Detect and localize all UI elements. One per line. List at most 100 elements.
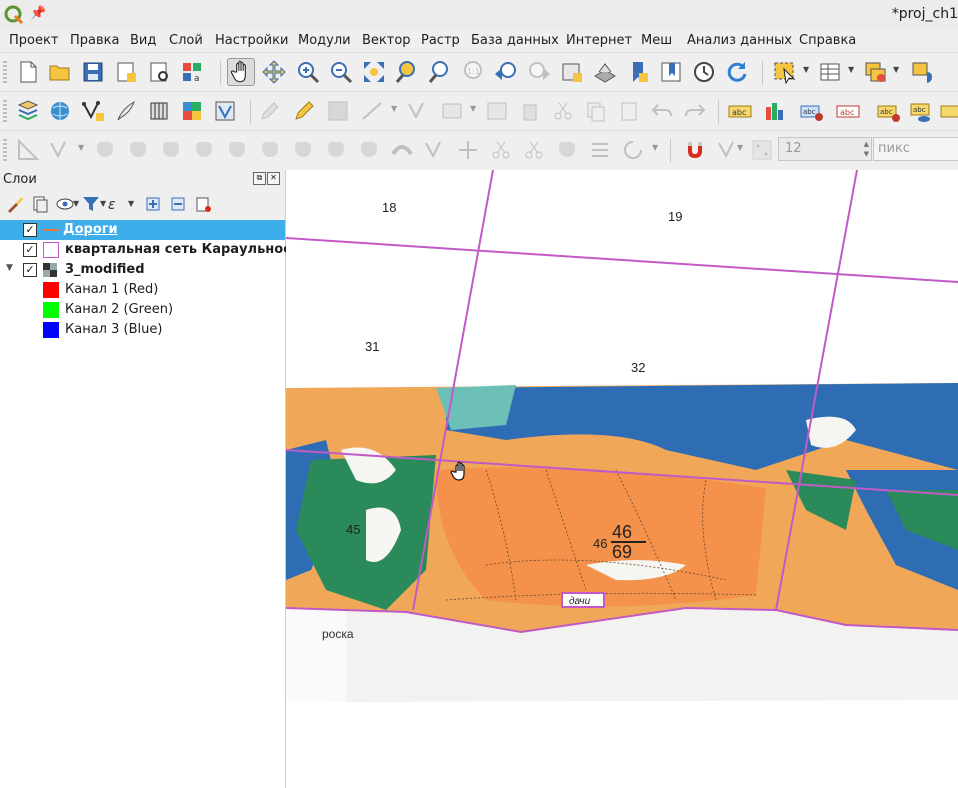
zoom-full-icon[interactable]: [362, 60, 386, 84]
layer-item-quarter-grid[interactable]: ✓ квартальная сеть Караульное: [0, 240, 292, 260]
new-print-layout-icon[interactable]: [114, 60, 138, 84]
chevron-down-icon[interactable]: ▼: [737, 143, 743, 152]
menu-settings[interactable]: Настройки: [215, 33, 288, 48]
band-item-blue[interactable]: Канал 3 (Blue): [0, 320, 285, 340]
trim-extend-icon[interactable]: [357, 138, 381, 162]
menu-processing[interactable]: Анализ данных: [687, 33, 792, 48]
chevron-down-icon[interactable]: ▼: [470, 104, 476, 113]
copy-features-icon[interactable]: [584, 99, 608, 123]
layer-item-raster[interactable]: ▼ ✓ 3_modified: [0, 260, 285, 280]
save-project-icon[interactable]: [81, 60, 105, 84]
new-map-view-icon[interactable]: [560, 60, 584, 84]
band-item-green[interactable]: Канал 2 (Green): [0, 300, 285, 320]
manage-visibility-eye-icon[interactable]: [56, 195, 74, 213]
pin-icon[interactable]: 📌: [30, 6, 46, 21]
menu-vector[interactable]: Вектор: [362, 33, 411, 48]
simplify-icon[interactable]: [390, 138, 414, 162]
layer-visibility-checkbox[interactable]: ✓: [23, 263, 37, 277]
snapping-magnet-icon[interactable]: [683, 138, 707, 162]
zoom-native-resolution-icon[interactable]: 1:1: [461, 60, 485, 84]
open-layer-styling-icon[interactable]: [6, 195, 24, 213]
zoom-last-icon[interactable]: [494, 60, 518, 84]
identify-features-icon[interactable]: [910, 60, 934, 84]
temporal-controller-icon[interactable]: [692, 60, 716, 84]
menu-view[interactable]: Вид: [130, 33, 156, 48]
zoom-in-icon[interactable]: [296, 60, 320, 84]
reshape-features-icon[interactable]: [258, 138, 282, 162]
rotate-point-icon[interactable]: [555, 138, 579, 162]
split-features-icon[interactable]: [423, 138, 447, 162]
chevron-down-icon[interactable]: ▼: [73, 199, 79, 208]
zoom-to-layer-icon[interactable]: [428, 60, 452, 84]
remove-layer-icon[interactable]: [194, 195, 212, 213]
toolbar-grip[interactable]: [3, 139, 7, 161]
save-edits-icon[interactable]: [326, 99, 350, 123]
cut-features-icon[interactable]: [551, 99, 575, 123]
current-edits-icon[interactable]: [258, 99, 282, 123]
diagram-options-icon[interactable]: [762, 99, 786, 123]
filter-legend-icon[interactable]: [82, 195, 100, 213]
preview-labels-icon[interactable]: abc: [910, 99, 934, 123]
spin-arrows-icon[interactable]: ▲ ▼: [864, 139, 869, 159]
zoom-next-icon[interactable]: [527, 60, 551, 84]
add-wms-layer-icon[interactable]: [48, 99, 72, 123]
menu-edit[interactable]: Правка: [70, 33, 119, 48]
fill-ring-icon[interactable]: [159, 138, 183, 162]
map-canvas[interactable]: 18 19 31 32 45 46 46 69 дачи роска: [286, 170, 958, 788]
layer-item-roads[interactable]: ✓ Дороги: [0, 220, 285, 240]
paste-features-icon[interactable]: [617, 99, 641, 123]
toggle-editing-pencil-icon[interactable]: [292, 99, 316, 123]
snapping-units-select[interactable]: пикс: [873, 137, 958, 161]
snapping-tolerance-input[interactable]: 12 ▲ ▼: [778, 137, 872, 161]
rotate-feature-icon[interactable]: [621, 138, 645, 162]
chevron-down-icon[interactable]: ▼: [100, 199, 106, 208]
add-line-feature-icon[interactable]: [360, 99, 384, 123]
attribute-table-icon[interactable]: [818, 60, 842, 84]
split-parts-icon[interactable]: [456, 138, 480, 162]
pan-to-selection-icon[interactable]: [262, 60, 286, 84]
style-manager-icon[interactable]: a: [180, 60, 204, 84]
menu-raster[interactable]: Растр: [421, 33, 460, 48]
advanced-digitizing-icon[interactable]: [16, 138, 40, 162]
move-label-icon[interactable]: [940, 99, 958, 123]
snapping-tolerance-icon[interactable]: [750, 138, 774, 162]
zoom-to-selection-icon[interactable]: [395, 60, 419, 84]
new-bookmark-icon[interactable]: [626, 60, 650, 84]
add-group-icon[interactable]: [31, 195, 49, 213]
undo-icon[interactable]: [650, 99, 674, 123]
layout-manager-icon[interactable]: [147, 60, 171, 84]
digitize-feather-icon[interactable]: [114, 99, 138, 123]
deselect-features-icon[interactable]: [863, 60, 887, 84]
add-part-icon[interactable]: [126, 138, 150, 162]
filter-by-expression-icon[interactable]: ε: [107, 195, 125, 213]
edit-table-icon[interactable]: [485, 99, 509, 123]
float-panel-button[interactable]: ⧉: [253, 172, 266, 185]
merge-features-icon[interactable]: [489, 138, 513, 162]
reverse-line-icon[interactable]: [324, 138, 348, 162]
merge-attributes-icon[interactable]: [522, 138, 546, 162]
menu-database[interactable]: База данных: [471, 33, 559, 48]
layer-visibility-checkbox[interactable]: ✓: [23, 243, 37, 257]
show-hide-labels-icon[interactable]: abc: [877, 99, 901, 123]
redo-icon[interactable]: [683, 99, 707, 123]
expand-all-icon[interactable]: [144, 195, 162, 213]
vertex-editor-icon[interactable]: [48, 138, 72, 162]
refresh-icon[interactable]: [725, 60, 749, 84]
menu-mesh[interactable]: Меш: [641, 33, 672, 48]
pin-unpin-labels-icon[interactable]: abc: [836, 99, 860, 123]
delete-part-icon[interactable]: [225, 138, 249, 162]
vertex-tool-icon[interactable]: [406, 99, 430, 123]
chevron-down-icon[interactable]: ▼: [848, 65, 854, 74]
reshape-table-icon[interactable]: [588, 138, 612, 162]
menu-web[interactable]: Интернет: [566, 33, 632, 48]
menu-help[interactable]: Справка: [799, 33, 856, 48]
new-3d-map-view-icon[interactable]: [593, 60, 617, 84]
add-raster-mesh-icon[interactable]: [180, 99, 204, 123]
layer-labeling-icon[interactable]: abc: [728, 99, 752, 123]
data-source-manager-icon[interactable]: [16, 99, 40, 123]
delete-ring-icon[interactable]: [192, 138, 216, 162]
new-shapefile-layer-icon[interactable]: [81, 99, 105, 123]
offset-curve-icon[interactable]: [291, 138, 315, 162]
highlight-pinned-labels-icon[interactable]: abc: [800, 99, 824, 123]
select-features-icon[interactable]: [773, 60, 797, 84]
